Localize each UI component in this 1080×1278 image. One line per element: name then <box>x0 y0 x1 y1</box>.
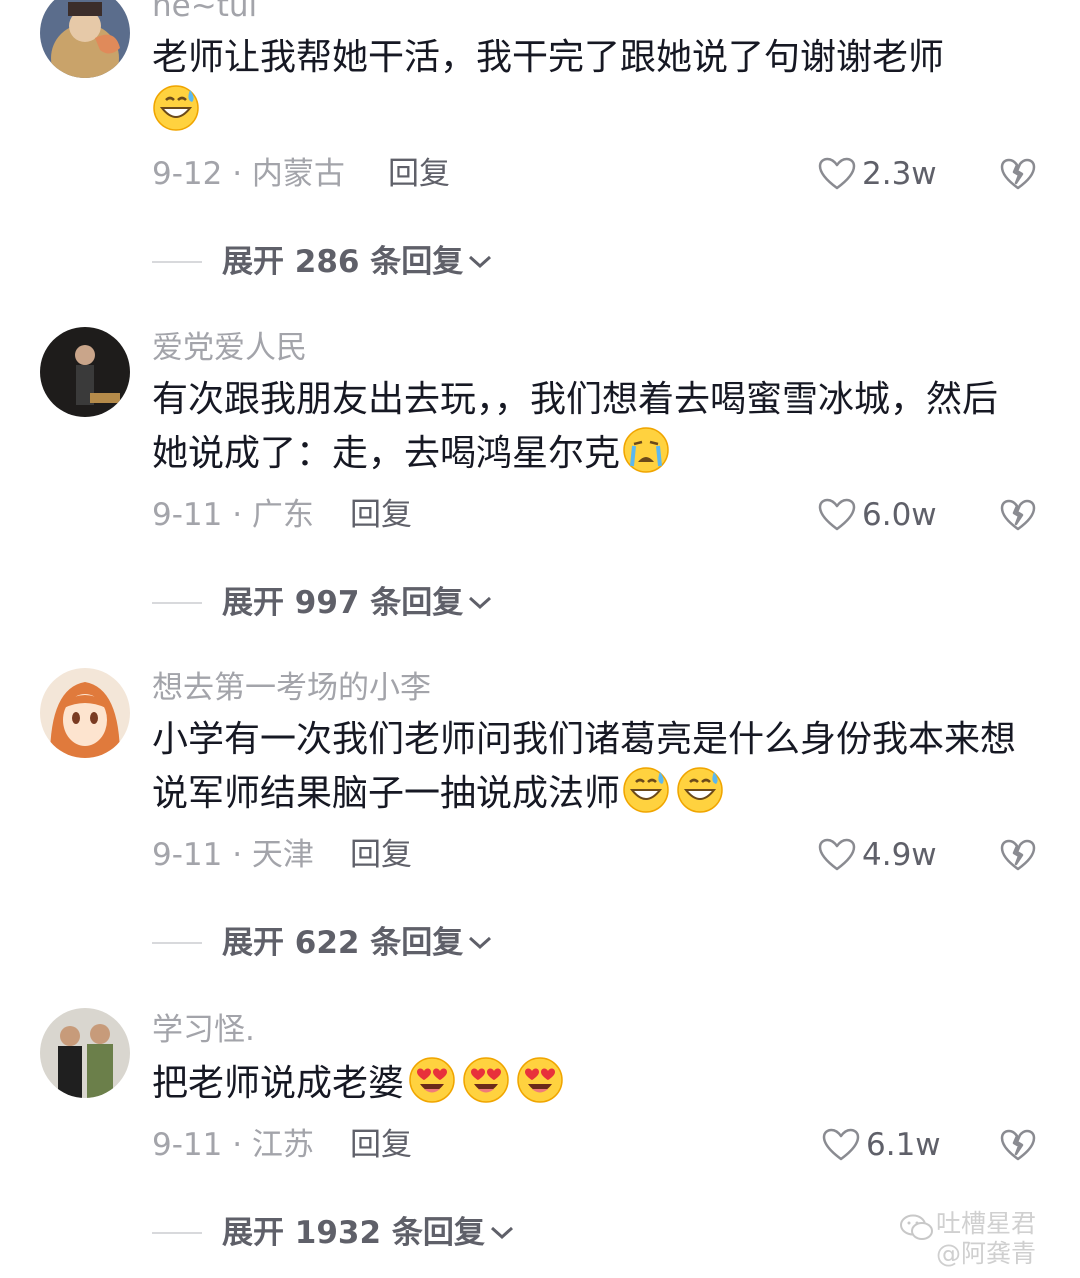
dislike-button[interactable] <box>1000 838 1036 876</box>
chevron-down-icon <box>469 936 492 950</box>
broken-heart-icon <box>1000 158 1036 190</box>
heart-eyes-emoji <box>517 1057 563 1103</box>
expand-replies[interactable]: 展开 286 条回复 <box>152 242 493 282</box>
avatar[interactable] <box>40 0 130 78</box>
reply-button[interactable]: 回复 <box>350 835 412 875</box>
grin-sweat-emoji <box>677 767 723 813</box>
username[interactable]: 爱党爱人民 <box>152 328 307 368</box>
avatar[interactable] <box>40 668 130 758</box>
comment-text: 小学有一次我们老师问我们诸葛亮是什么身份我本来想说军师结果脑子一抽说成法师 <box>152 714 1032 820</box>
reply-button[interactable]: 回复 <box>350 495 412 535</box>
date-location: 9-12 · 内蒙古 <box>152 156 345 192</box>
like-button[interactable]: 4.9w <box>818 835 937 875</box>
comment-text-body: 把老师说成老婆 <box>152 1063 405 1104</box>
heart-icon <box>818 838 856 871</box>
comment-text-body: 小学有一次我们老师问我们诸葛亮是什么身份我本来想说军师结果脑子一抽说成法师 <box>152 719 1017 814</box>
heart-icon <box>822 1128 860 1161</box>
like-count: 6.1w <box>866 1127 941 1163</box>
chevron-down-icon <box>469 255 492 269</box>
broken-heart-icon <box>1000 499 1036 531</box>
watermark: 吐槽星君 @阿龚青 <box>900 1208 1076 1274</box>
comment-text-body: 老师让我帮她干活，我干完了跟她说了句谢谢老师 <box>152 37 945 78</box>
username[interactable]: 想去第一考场的小李 <box>152 668 431 708</box>
avatar[interactable] <box>40 327 130 417</box>
broken-heart-icon <box>1000 1129 1036 1161</box>
expand-replies[interactable]: 展开 622 条回复 <box>152 923 493 963</box>
grin-sweat-emoji <box>623 767 669 813</box>
username[interactable]: ne~tui <box>152 0 257 26</box>
avatar[interactable] <box>40 1008 130 1098</box>
heart-eyes-emoji <box>409 1057 455 1103</box>
expand-replies[interactable]: 展开 997 条回复 <box>152 583 493 623</box>
wechat-icon <box>900 1214 933 1240</box>
username[interactable]: 学习怪. <box>152 1010 255 1050</box>
like-count: 4.9w <box>862 837 937 873</box>
expand-replies-label: 展开 622 条回复 <box>222 925 464 961</box>
like-count: 6.0w <box>862 497 937 533</box>
expand-replies-label: 展开 1932 条回复 <box>222 1215 485 1251</box>
date-location: 9-11 · 广东 <box>152 497 314 533</box>
divider-line <box>152 1232 202 1234</box>
expand-replies-label: 展开 997 条回复 <box>222 585 464 621</box>
watermark-handle: @阿龚青 <box>936 1239 1037 1268</box>
crying-emoji <box>623 427 669 473</box>
comment-text: 把老师说成老婆 <box>152 1056 1032 1110</box>
expand-replies[interactable]: 展开 1932 条回复 <box>152 1213 515 1253</box>
broken-heart-icon <box>1000 839 1036 871</box>
chevron-down-icon <box>490 1226 513 1240</box>
dislike-button[interactable] <box>1000 157 1036 195</box>
like-count: 2.3w <box>862 156 937 192</box>
comment-text: 有次跟我朋友出去玩，，我们想着去喝蜜雪冰城，然后她说成了：走，去喝鸿星尔克 <box>152 374 1032 480</box>
reply-button[interactable]: 回复 <box>350 1125 412 1165</box>
dislike-button[interactable] <box>1000 1128 1036 1166</box>
expand-replies-label: 展开 286 条回复 <box>222 244 464 280</box>
heart-icon <box>818 157 856 190</box>
comment-text: 老师让我帮她干活，我干完了跟她说了句谢谢老师 <box>152 32 1032 138</box>
heart-icon <box>818 498 856 531</box>
divider-line <box>152 942 202 944</box>
divider-line <box>152 261 202 263</box>
grin-sweat-emoji <box>153 85 199 131</box>
heart-eyes-emoji <box>463 1057 509 1103</box>
date-location: 9-11 · 江苏 <box>152 1127 314 1163</box>
like-button[interactable]: 2.3w <box>818 154 937 194</box>
date-location: 9-11 · 天津 <box>152 837 314 873</box>
watermark-account: 吐槽星君 <box>936 1209 1037 1238</box>
like-button[interactable]: 6.0w <box>818 495 937 535</box>
comment-text-body: 有次跟我朋友出去玩，，我们想着去喝蜜雪冰城，然后她说成了：走，去喝鸿星尔克 <box>152 379 999 474</box>
dislike-button[interactable] <box>1000 498 1036 536</box>
chevron-down-icon <box>469 596 492 610</box>
like-button[interactable]: 6.1w <box>822 1125 941 1165</box>
divider-line <box>152 602 202 604</box>
reply-button[interactable]: 回复 <box>388 154 450 194</box>
